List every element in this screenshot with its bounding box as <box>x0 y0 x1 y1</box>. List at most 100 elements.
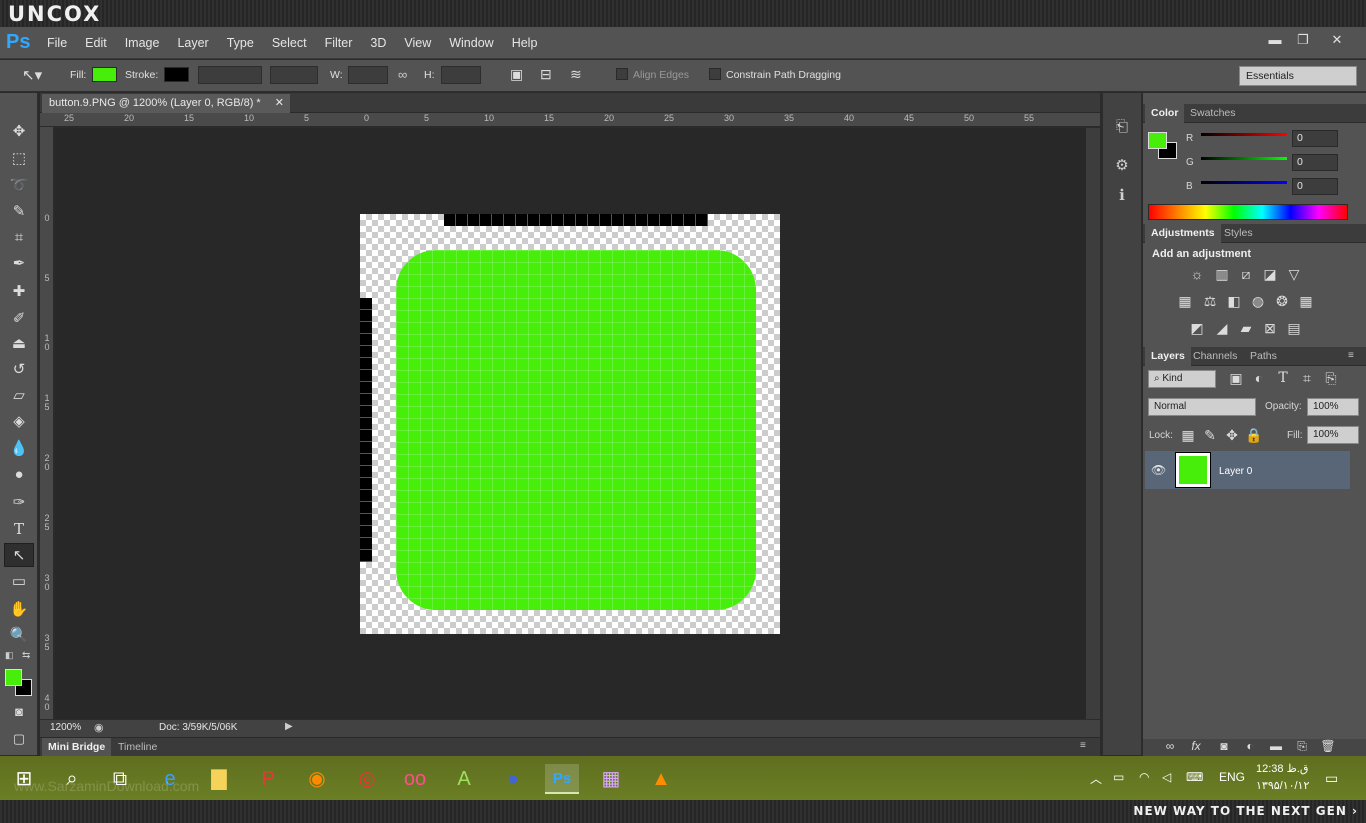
tab-paths[interactable]: Paths <box>1244 347 1283 366</box>
channel-g-slider[interactable] <box>1201 157 1287 160</box>
nine-patch-tool-icon[interactable]: ▦ <box>594 764 628 794</box>
eyedropper-icon[interactable]: ✒ <box>4 252 34 276</box>
photo-filter-icon[interactable]: ◍ <box>1248 293 1268 311</box>
marquee-icon[interactable]: ⬚ <box>4 147 34 171</box>
lock-position-icon[interactable]: ✥ <box>1222 427 1242 445</box>
add-mask-icon[interactable]: ◙ <box>1214 739 1234 757</box>
menu-window[interactable]: Window <box>440 36 502 50</box>
tab-channels[interactable]: Channels <box>1187 347 1243 366</box>
stroke-type-dropdown[interactable] <box>270 66 318 84</box>
quick-mask-icon[interactable]: ◙ <box>4 700 34 724</box>
channel-b-slider[interactable] <box>1201 181 1287 184</box>
green-rounded-button-shape[interactable] <box>396 250 756 610</box>
notifications-icon[interactable]: ▭ <box>1325 770 1338 787</box>
zoom-icon[interactable]: 🔍 <box>4 624 34 648</box>
height-field[interactable] <box>441 66 481 84</box>
firefox-icon[interactable]: ◉ <box>300 764 334 794</box>
path-select-tool-preset-icon[interactable]: ↖▾ <box>22 66 42 84</box>
lock-pixels-icon[interactable]: ✎ <box>1200 427 1220 445</box>
filter-pixel-icon[interactable]: ▣ <box>1226 370 1246 388</box>
close-tab-icon[interactable]: ✕ <box>275 94 284 113</box>
vlc-icon[interactable]: ▲ <box>644 764 678 794</box>
path-alignment-icon[interactable]: ⊟ <box>540 66 552 83</box>
curves-icon[interactable]: ⧄ <box>1236 266 1256 284</box>
black-white-icon[interactable]: ◧ <box>1224 293 1244 311</box>
eclipse-icon[interactable]: ● <box>496 764 530 794</box>
tab-layers[interactable]: Layers <box>1145 347 1191 366</box>
history-brush-icon[interactable]: ↺ <box>4 358 34 382</box>
menu-type[interactable]: Type <box>218 36 263 50</box>
clock-date[interactable]: ۱۳۹۵/۱۰/۱۲ <box>1256 779 1309 792</box>
stamp-icon[interactable]: ⏏ <box>4 332 34 356</box>
move-icon[interactable]: ✥ <box>4 120 34 144</box>
keyboard-icon[interactable]: ⌨ <box>1186 770 1203 784</box>
filter-shape-icon[interactable]: ⌗ <box>1297 370 1317 388</box>
new-adjustment-icon[interactable]: ◐ <box>1240 739 1260 757</box>
menu-file[interactable]: File <box>38 36 76 50</box>
color-balance-icon[interactable]: ⚖ <box>1200 293 1220 311</box>
invert-icon[interactable]: ◩ <box>1187 320 1207 338</box>
hue-saturation-icon[interactable]: ▦ <box>1175 293 1195 311</box>
menu-view[interactable]: View <box>395 36 440 50</box>
channel-mixer-icon[interactable]: ❂ <box>1272 293 1292 311</box>
wifi-icon[interactable]: ◠ <box>1139 770 1149 784</box>
blend-mode-dropdown[interactable]: Normal <box>1148 398 1256 416</box>
tab-styles[interactable]: Styles <box>1218 224 1259 243</box>
layer-thumbnail[interactable] <box>1175 452 1211 488</box>
stroke-width-field[interactable] <box>198 66 262 84</box>
screen-mode-icon[interactable]: ▢ <box>4 727 34 751</box>
fill-swatch[interactable] <box>92 67 117 82</box>
fx-icon[interactable]: fx <box>1186 739 1206 757</box>
delete-layer-icon[interactable]: 🗑 <box>1318 739 1338 757</box>
path-arrangement-icon[interactable]: ≋ <box>570 66 582 83</box>
posterize-icon[interactable]: ◢ <box>1212 320 1232 338</box>
layer-name[interactable]: Layer 0 <box>1219 466 1252 477</box>
language-indicator[interactable]: ENG <box>1219 770 1245 784</box>
color-fg-swatch[interactable] <box>1148 132 1167 149</box>
filter-type-icon[interactable]: T <box>1273 370 1293 388</box>
document-tab[interactable]: button.9.PNG @ 1200% (Layer 0, RGB/8) * … <box>42 94 290 113</box>
tab-mini-bridge[interactable]: Mini Bridge <box>42 738 112 756</box>
path-select-icon[interactable]: ↖ <box>4 543 34 567</box>
blur-icon[interactable]: 💧 <box>4 437 34 461</box>
selective-color-icon[interactable]: ⊠ <box>1260 320 1280 338</box>
paint-bucket-icon[interactable]: ◈ <box>4 410 34 434</box>
link-icon[interactable]: ∞ <box>398 67 407 82</box>
battery-icon[interactable]: ▭ <box>1113 770 1124 784</box>
link-layers-icon[interactable]: ∞ <box>1160 739 1180 757</box>
tab-timeline[interactable]: Timeline <box>112 738 163 756</box>
vertical-scrollbar[interactable] <box>1086 128 1100 719</box>
restore-button[interactable]: ❐ <box>1288 30 1318 50</box>
menu-edit[interactable]: Edit <box>76 36 116 50</box>
lasso-icon[interactable]: ➰ <box>4 174 34 198</box>
default-colors-icon[interactable]: ◧ <box>5 650 14 661</box>
volume-icon[interactable]: ◁ <box>1162 770 1171 784</box>
clock-time[interactable]: 12:38 ق.ظ <box>1256 762 1308 775</box>
android-studio-icon[interactable]: A <box>447 764 481 794</box>
healing-icon[interactable]: ✚ <box>4 280 34 304</box>
rectangle-icon[interactable]: ▭ <box>4 570 34 594</box>
swap-colors-icon[interactable]: ⇆ <box>22 650 30 661</box>
path-operations-icon[interactable]: ▣ <box>510 66 523 83</box>
tray-expand-icon[interactable]: ︿ <box>1090 770 1102 787</box>
crop-icon[interactable]: ⌗ <box>4 226 34 250</box>
panel-menu-icon[interactable]: ≡ <box>1080 740 1086 751</box>
exposure-icon[interactable]: ◪ <box>1260 266 1280 284</box>
minimize-button[interactable]: ▬ <box>1260 30 1290 50</box>
status-info-icon[interactable]: ◉ <box>94 721 104 734</box>
menu-help[interactable]: Help <box>503 36 547 50</box>
visibility-eye-icon[interactable]: 👁 <box>1151 463 1166 477</box>
color-lookup-icon[interactable]: ▦ <box>1296 293 1316 311</box>
lock-all-icon[interactable]: 🔒 <box>1244 427 1264 445</box>
threshold-icon[interactable]: ▰ <box>1236 320 1256 338</box>
constrain-path-checkbox[interactable] <box>709 68 721 80</box>
workspace-dropdown[interactable]: Essentials <box>1239 66 1357 86</box>
menu-3d[interactable]: 3D <box>361 36 395 50</box>
channel-g-value[interactable]: 0 <box>1292 154 1338 171</box>
psiphon-icon[interactable]: P <box>251 764 285 794</box>
levels-icon[interactable]: ▥ <box>1212 266 1232 284</box>
tab-swatches[interactable]: Swatches <box>1184 104 1242 123</box>
layer-filter-dropdown[interactable]: ⌕ Kind <box>1148 370 1216 388</box>
tab-adjustments[interactable]: Adjustments <box>1145 224 1221 243</box>
new-group-icon[interactable]: ▬ <box>1266 739 1286 757</box>
